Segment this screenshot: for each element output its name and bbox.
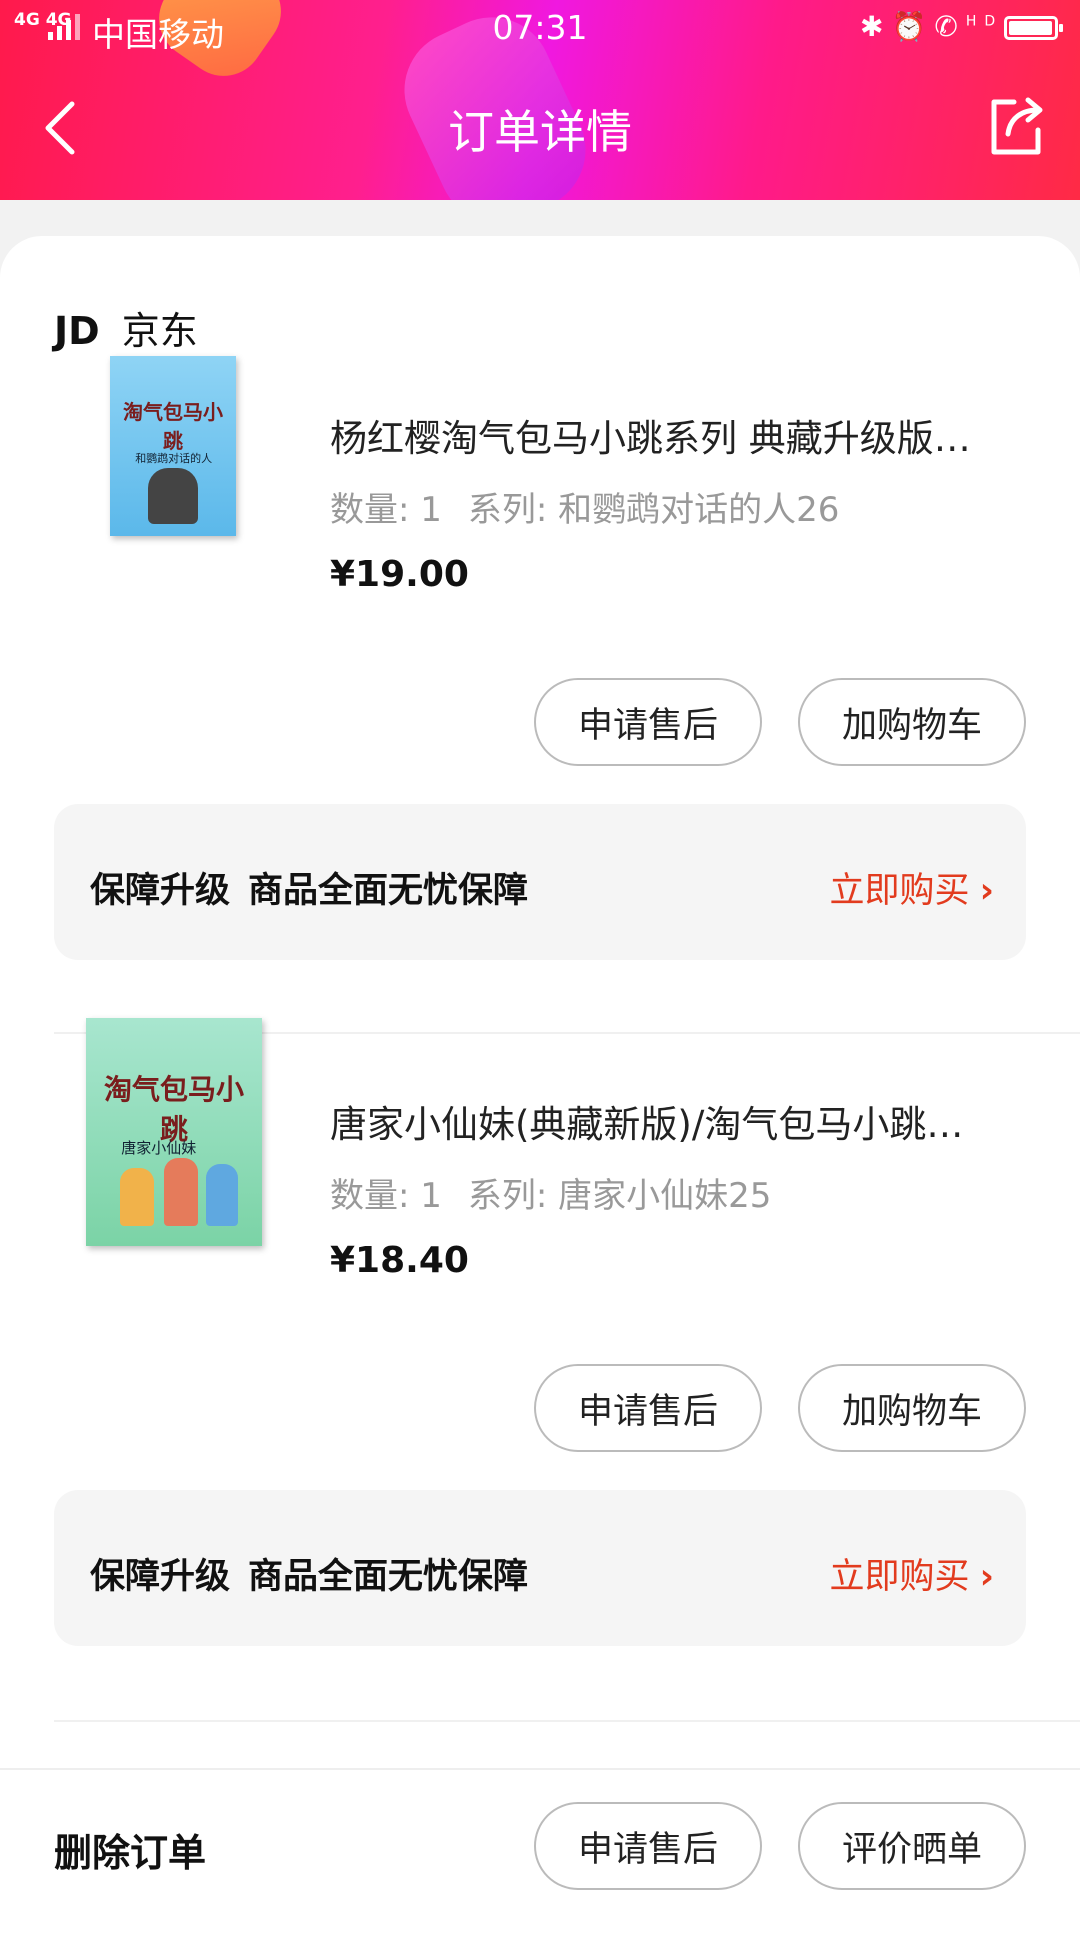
shop-name: 京东 — [121, 309, 198, 353]
chevron-right-icon: › — [979, 1557, 994, 1597]
alarm-icon: ⏰ — [891, 10, 935, 43]
divider — [54, 1720, 1080, 1722]
cover-illustration — [120, 1168, 154, 1226]
product-meta: 数量: 1 系列: 唐家小仙妹25 — [330, 1168, 771, 1217]
product-price: ¥18.40 — [330, 1240, 469, 1281]
bluetooth-icon: ✱ — [860, 10, 892, 43]
share-button[interactable] — [986, 94, 1046, 158]
quantity-label: 数量: 1 — [330, 1176, 442, 1216]
guarantee-text: 保障升级 商品全面无忧保障 — [90, 871, 529, 911]
hd-call-icon: ✆HD — [934, 10, 1004, 43]
product-name[interactable]: 杨红樱淘气包马小跳系列 典藏升级版… — [330, 408, 1010, 462]
shop-header[interactable]: JD 京东 — [54, 300, 198, 355]
product-price: ¥19.00 — [330, 554, 469, 595]
battery-icon — [1004, 16, 1063, 40]
series-label: 系列: 唐家小仙妹25 — [467, 1176, 772, 1216]
product-cover-image[interactable]: 淘气包马小跳 唐家小仙妹 — [86, 1018, 262, 1246]
after-sale-button[interactable]: 申请售后 — [534, 1364, 762, 1452]
chevron-right-icon: › — [979, 871, 994, 911]
header-bar: 4G 4G 中国移动 07:31 ✱⏰✆HD 订单详情 — [0, 0, 1080, 200]
buy-now-link[interactable]: 立即购买 › — [830, 862, 994, 913]
bottom-action-bar: 删除订单 申请售后 评价晒单 — [0, 1768, 1080, 1922]
guarantee-text: 保障升级 商品全面无忧保障 — [90, 1557, 529, 1597]
review-button[interactable]: 评价晒单 — [798, 1802, 1026, 1890]
page-title: 订单详情 — [448, 105, 632, 159]
jd-logo: JD — [54, 309, 100, 353]
status-icons: ✱⏰✆HD — [860, 10, 1003, 43]
guarantee-banner[interactable]: 保障升级 商品全面无忧保障 立即购买 › — [54, 804, 1026, 960]
add-to-cart-button[interactable]: 加购物车 — [798, 1364, 1026, 1452]
product-cover-image[interactable]: 淘气包马小跳 和鹦鹉对话的人 — [110, 356, 236, 536]
chevron-left-icon — [45, 101, 75, 155]
cover-illustration — [148, 468, 198, 524]
status-bar: 4G 4G 中国移动 07:31 ✱⏰✆HD — [0, 0, 1080, 60]
product-meta: 数量: 1 系列: 和鹦鹉对话的人26 — [330, 482, 839, 531]
quantity-label: 数量: 1 — [330, 490, 442, 530]
series-label: 系列: 和鹦鹉对话的人26 — [467, 490, 840, 530]
after-sale-button[interactable]: 申请售后 — [534, 1802, 762, 1890]
guarantee-banner[interactable]: 保障升级 商品全面无忧保障 立即购买 › — [54, 1490, 1026, 1646]
clock: 07:31 — [492, 8, 588, 47]
product-name[interactable]: 唐家小仙妹(典藏新版)/淘气包马小跳… — [330, 1094, 1010, 1148]
delete-order-button[interactable]: 删除订单 — [54, 1822, 206, 1877]
carrier-name: 中国移动 — [92, 15, 224, 54]
add-to-cart-button[interactable]: 加购物车 — [798, 678, 1026, 766]
after-sale-button[interactable]: 申请售后 — [534, 678, 762, 766]
signal-bars-icon — [48, 14, 80, 40]
share-icon — [991, 97, 1043, 155]
order-card: JD 京东 淘气包马小跳 和鹦鹉对话的人 杨红樱淘气包马小跳系列 典藏升级版… 数… — [0, 236, 1080, 1936]
back-button[interactable] — [40, 98, 80, 158]
buy-now-link[interactable]: 立即购买 › — [830, 1548, 994, 1599]
